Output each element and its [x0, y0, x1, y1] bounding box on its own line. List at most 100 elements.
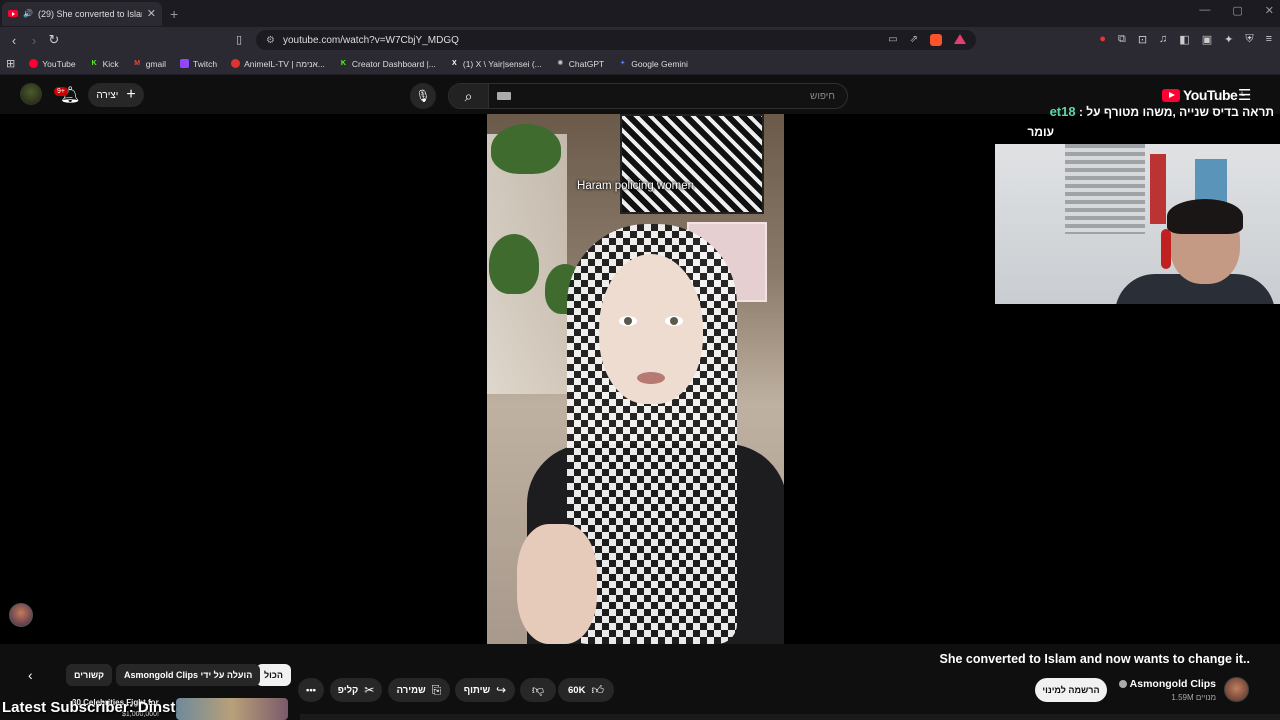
bookmark-icon: ⎘ [431, 682, 442, 697]
x-icon: X [452, 60, 457, 67]
video-artwork [620, 114, 764, 214]
chatgpt-icon: ✺ [557, 60, 564, 67]
plus-icon: + [126, 86, 136, 103]
bookmark-creator-dashboard[interactable]: K Creator Dashboard |... [339, 59, 436, 69]
bookmarks-bar: ⊞ YouTube K Kick Mgmail Twitch AnimeIL-TV… [0, 53, 1280, 75]
search-placeholder[interactable]: חיפוש [810, 91, 835, 102]
gmail-icon: M [134, 60, 141, 67]
vpn-icon[interactable]: ⛨ [1245, 33, 1253, 46]
video-caption: Haram policing women [577, 180, 694, 192]
clip-label: קליפ [337, 684, 359, 696]
latest-subscriber-overlay: Latest Subscriber: Dinst [2, 699, 176, 716]
channel-name[interactable]: Asmongold Clips [1118, 678, 1216, 690]
apps-grid-icon[interactable]: ⊞ [6, 57, 15, 70]
chat-message-line2: עומר [1027, 125, 1054, 139]
create-label: יצירה [96, 89, 119, 101]
subscribe-button[interactable]: הרשמה למינוי [1035, 678, 1107, 702]
subscriber-count: 1.59M מנויים [1171, 693, 1216, 702]
like-button[interactable]: 60K 👍︎ [558, 678, 614, 702]
save-label: שמירה [396, 684, 426, 696]
extensions-icon[interactable]: ⧉ [1118, 33, 1126, 46]
browser-tab[interactable]: 🔊 (29) She converted to Islam a ✕ [2, 1, 162, 26]
share-label: שיתוף [463, 684, 491, 696]
brave-shields-icon[interactable] [930, 34, 942, 46]
forward-icon[interactable]: › [24, 33, 44, 48]
search-box[interactable]: ⌕ חיפוש [448, 83, 848, 109]
browser-menu-icon[interactable]: ≡ [1266, 33, 1272, 46]
bookmark-x[interactable]: X (1) X \ Yair|sensei (... [450, 59, 542, 69]
youtube-logo-text: YouTube [1183, 87, 1238, 103]
dislike-button[interactable]: 👎︎ [520, 678, 556, 702]
video-person [517, 224, 784, 644]
youtube-icon [29, 59, 39, 68]
bookmark-youtube[interactable]: YouTube [29, 59, 76, 69]
account-avatar[interactable] [20, 83, 42, 105]
chevron-left-icon[interactable]: ‹ [28, 667, 33, 683]
bookmark-page-icon[interactable]: ▯ [236, 33, 242, 46]
thumbs-up-icon: 👍︎ [591, 682, 604, 697]
filter-chip-uploaded-by[interactable]: Asmongold Clips הועלה על ידי [116, 664, 261, 686]
filter-chip-all[interactable]: הכול [256, 664, 291, 686]
verified-icon [1118, 680, 1127, 688]
bookmark-kick[interactable]: K Kick [90, 59, 119, 69]
cast-icon[interactable]: ▭ [888, 34, 897, 46]
tab-title: (29) She converted to Islam a [37, 8, 142, 19]
recommended-thumbnail[interactable] [176, 698, 288, 720]
site-info-icon[interactable]: ⚙ [266, 35, 275, 46]
back-icon[interactable]: ‹ [4, 33, 24, 48]
more-actions-button[interactable]: ••• [298, 678, 324, 702]
brave-rewards-icon[interactable] [954, 34, 966, 44]
close-window-icon[interactable]: ✕ [1265, 4, 1274, 17]
bookmark-animeil[interactable]: AnimeIL-TV | אנימה... [231, 59, 325, 69]
share-button[interactable]: שיתוף ↪ [455, 678, 515, 702]
like-count: 60K [568, 684, 586, 696]
bookmark-twitch[interactable]: Twitch [180, 59, 217, 69]
maximize-icon[interactable]: ▢ [1232, 4, 1242, 17]
video-player[interactable]: Haram policing women [487, 114, 784, 644]
chat-message: תראה בדיס שנייה ,משהו מטורף על : [1078, 105, 1274, 119]
search-icon[interactable]: ⌕ [449, 84, 489, 108]
new-tab-button[interactable]: + [170, 6, 178, 22]
keyboard-icon[interactable] [497, 92, 511, 100]
wallet-icon[interactable]: ▣ [1202, 33, 1212, 46]
youtube-logo[interactable]: YouTube IL [1162, 87, 1245, 103]
bookmark-chatgpt[interactable]: ✺ ChatGPT [556, 59, 604, 69]
twitch-icon [180, 59, 189, 68]
filter-chip-related[interactable]: קשורים [66, 664, 113, 686]
adblock-extension-icon[interactable]: ● [1099, 33, 1106, 46]
streamer-webcam [995, 144, 1280, 304]
clip-button[interactable]: קליפ ✂ [330, 678, 382, 702]
close-tab-icon[interactable]: ✕ [147, 7, 156, 20]
address-bar[interactable]: ⚙ youtube.com/watch?v=W7CbjY_MDGQ ▭ ⇗ [256, 30, 976, 50]
voice-search-icon[interactable]: 🎙︎ [410, 83, 436, 109]
overlay-avatar [9, 603, 33, 627]
video-title: She converted to Islam and now wants to … [939, 652, 1250, 666]
url-text[interactable]: youtube.com/watch?v=W7CbjY_MDGQ [283, 35, 459, 46]
youtube-play-icon [1162, 88, 1180, 102]
browser-tab-bar: 🔊 (29) She converted to Islam a ✕ + — ▢ … [0, 0, 1280, 27]
minimize-icon[interactable]: — [1199, 4, 1210, 17]
music-icon[interactable]: ♫ [1159, 33, 1167, 46]
extension-icons: ● ⧉ ⊡ ♫ ◧ ▣ ✦ ⛨ ≡ [1099, 33, 1272, 46]
screenshot-icon[interactable]: ⊡ [1138, 33, 1147, 46]
youtube-favicon-icon [8, 10, 18, 17]
kick-icon: K [340, 60, 346, 67]
sidebar-icon[interactable]: ◧ [1179, 33, 1189, 46]
share-page-icon[interactable]: ⇗ [910, 34, 918, 46]
window-controls: — ▢ ✕ [1199, 4, 1274, 17]
chat-username: et18 [1049, 104, 1076, 119]
bookmark-gemini[interactable]: ✦ Google Gemini [618, 59, 688, 69]
save-button[interactable]: שמירה ⎘ [388, 678, 450, 702]
gemini-icon: ✦ [619, 60, 626, 67]
bookmark-gmail[interactable]: Mgmail [133, 59, 166, 69]
stream-chat-overlay: תראה בדיס שנייה ,משהו מטורף על : et18 עו… [984, 102, 1274, 142]
browser-nav-bar: ‹ › ↻ ▯ ⚙ youtube.com/watch?v=W7CbjY_MDG… [0, 27, 1280, 53]
speaker-icon[interactable]: 🔊 [23, 9, 33, 18]
leo-ai-icon[interactable]: ✦ [1224, 33, 1233, 46]
share-icon: ↪ [496, 683, 507, 697]
reload-icon[interactable]: ↻ [44, 32, 64, 48]
scissors-icon: ✂ [364, 683, 375, 697]
anime-icon [231, 59, 241, 68]
channel-avatar[interactable] [1224, 677, 1249, 702]
create-button[interactable]: יצירה + [88, 83, 144, 107]
